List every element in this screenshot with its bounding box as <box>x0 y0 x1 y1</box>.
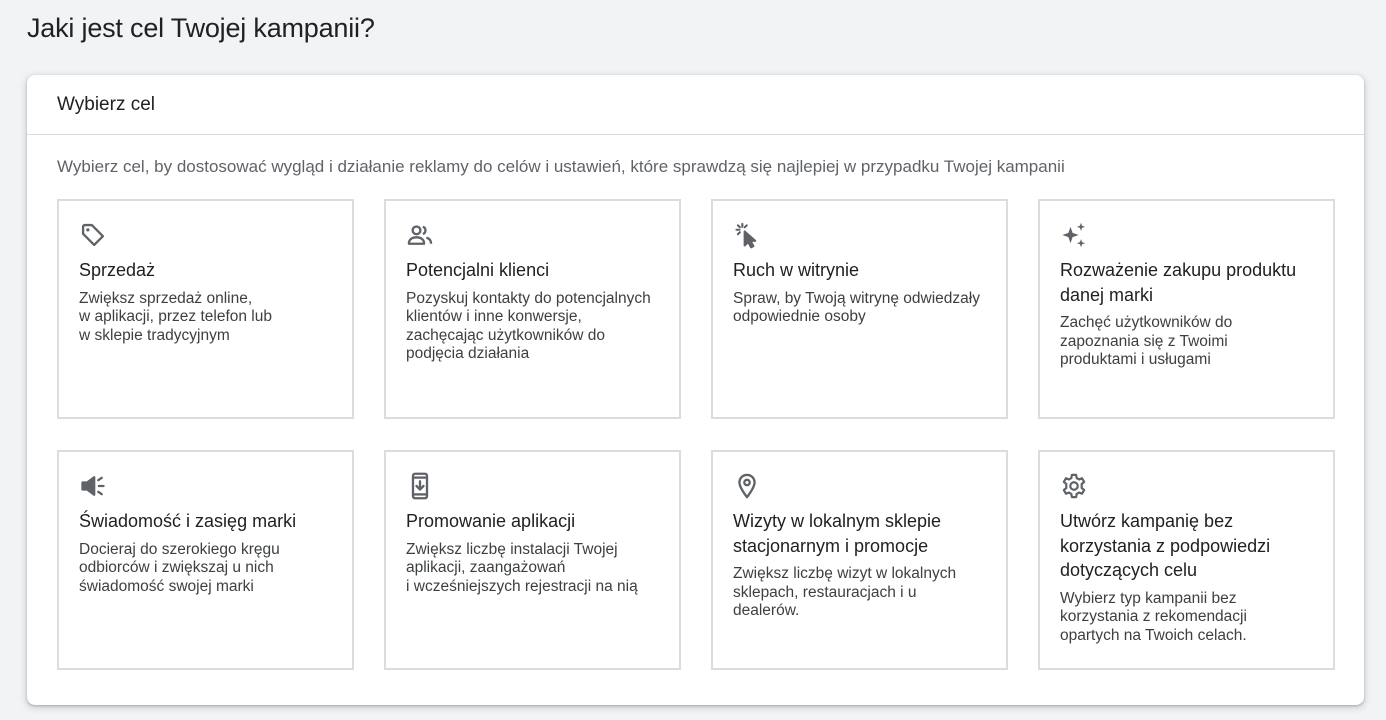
tag-icon <box>79 221 107 249</box>
card-title: Ruch w witrynie <box>733 260 860 280</box>
goal-card-brand-awareness[interactable]: Świadomość i zasięg marki Docieraj do sz… <box>57 450 354 670</box>
goal-card-local-store-visits[interactable]: Wizyty w lokalnym sklepie stacjonarnym i… <box>711 450 1008 670</box>
card-title: Promowanie aplikacji <box>406 511 576 531</box>
card-description: Zwiększ sprzedaż online, w aplikacji, pr… <box>79 289 272 344</box>
card-title: Potencjalni klienci <box>406 260 550 280</box>
card-title: Sprzedaż <box>79 260 156 280</box>
card-description: Docieraj do szerokiego kręgu odbiorców i… <box>79 540 280 595</box>
card-description: Zwiększ liczbę instalacji Twojej aplikac… <box>406 540 638 595</box>
panel-description: Wybierz cel, by dostosować wygląd i dzia… <box>57 157 1065 176</box>
card-title: Świadomość i zasięg marki <box>79 511 297 531</box>
gear-icon <box>1060 472 1088 500</box>
panel-title: Wybierz cel <box>57 93 156 115</box>
card-description: Zwiększ liczbę wizyt w lokalnych sklepac… <box>733 565 957 619</box>
cursor-click-icon <box>733 221 761 249</box>
goal-card-sales[interactable]: Sprzedaż Zwiększ sprzedaż online, w apli… <box>57 199 354 419</box>
goal-cards-grid: Sprzedaż Zwiększ sprzedaż online, w apli… <box>57 199 1335 670</box>
card-title: Rozważenie zakupu produktu danej marki <box>1060 260 1297 305</box>
card-description: Pozyskuj kontakty do potencjalnych klien… <box>406 289 651 363</box>
panel-header: Wybierz cel <box>27 75 1364 135</box>
card-title: Utwórz kampanię bez korzystania z podpow… <box>1060 511 1271 580</box>
megaphone-icon <box>79 472 107 500</box>
goal-card-app-promotion[interactable]: Promowanie aplikacji Zwiększ liczbę inst… <box>384 450 681 670</box>
goal-card-no-goal-guidance[interactable]: Utwórz kampanię bez korzystania z podpow… <box>1038 450 1335 670</box>
people-icon <box>406 221 434 249</box>
phone-download-icon <box>406 472 434 500</box>
goal-panel: Wybierz cel Wybierz cel, by dostosować w… <box>27 75 1364 705</box>
sparkle-icon <box>1060 221 1088 249</box>
goal-card-consideration[interactable]: Rozważenie zakupu produktu danej marki Z… <box>1038 199 1335 419</box>
card-description: Zachęć użytkowników do zapoznania się z … <box>1060 314 1233 368</box>
page-title: Jaki jest cel Twojej kampanii? <box>27 13 375 43</box>
card-description: Wybierz typ kampanii bez korzystania z r… <box>1060 589 1247 644</box>
goal-card-website-traffic[interactable]: Ruch w witrynie Spraw, by Twoją witrynę … <box>711 199 1008 419</box>
card-description: Spraw, by Twoją witrynę odwiedzały odpow… <box>733 289 980 326</box>
card-title: Wizyty w lokalnym sklepie stacjonarnym i… <box>733 511 942 556</box>
location-pin-icon <box>733 472 761 500</box>
goal-card-leads[interactable]: Potencjalni klienci Pozyskuj kontakty do… <box>384 199 681 419</box>
